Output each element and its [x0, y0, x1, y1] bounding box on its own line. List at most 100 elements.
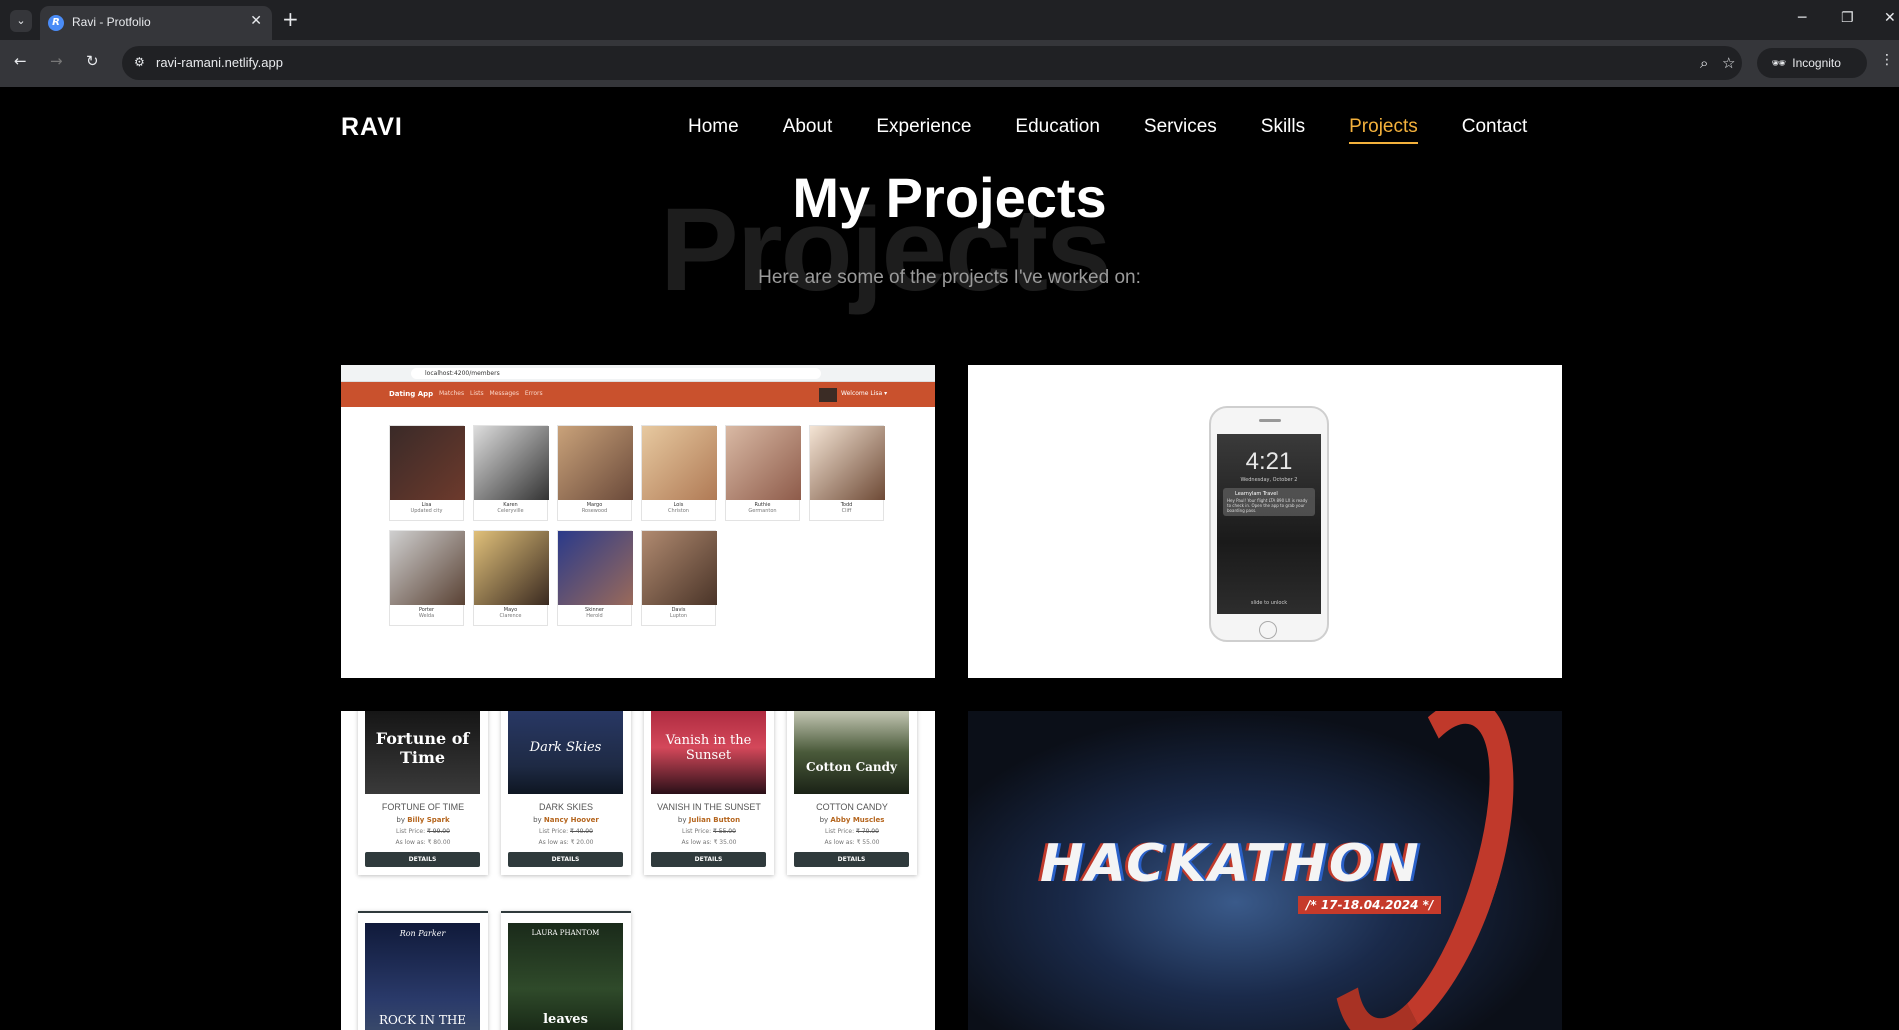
- phone-time: 4:21: [1245, 448, 1293, 475]
- by-label: by: [677, 816, 687, 824]
- book-author-line: by Billy Spark: [358, 816, 488, 824]
- restore-icon[interactable]: ❐: [1841, 10, 1854, 26]
- book-author: Julian Button: [688, 816, 741, 824]
- book-low-price: As low as: ₹ 20.00: [501, 839, 631, 846]
- site-info-icon[interactable]: ⚙: [134, 55, 145, 69]
- dating-welcome: Welcome Lisa ▾: [841, 390, 888, 397]
- close-tab-icon[interactable]: ✕: [250, 13, 262, 29]
- minimize-icon[interactable]: ─: [1798, 10, 1806, 26]
- book-author: Abby Muscles: [830, 816, 885, 824]
- active-tab[interactable]: R Ravi - Protfolio ✕: [40, 6, 272, 40]
- book-card: Vanish in the Sunset VANISH IN THE SUNSE…: [644, 711, 774, 875]
- book-cover: LAURA PHANTOM leaves: [508, 923, 623, 1030]
- low-label: As low as:: [395, 839, 426, 846]
- member-photo: [642, 426, 717, 500]
- member-city: Welda: [418, 613, 435, 619]
- book-author-line: by Abby Muscles: [787, 816, 917, 824]
- hackathon-title: HACKATHON: [1040, 834, 1421, 894]
- by-label: by: [396, 816, 405, 824]
- project-card-dating-app[interactable]: localhost:4200/members Dating App Matche…: [341, 365, 935, 678]
- member-city: Herold: [586, 613, 603, 619]
- book-details-button[interactable]: DETAILS: [508, 852, 623, 867]
- list-label: List Price:: [396, 828, 426, 835]
- nav-contact[interactable]: Contact: [1462, 116, 1527, 144]
- site-logo[interactable]: RAVI: [341, 113, 403, 142]
- dating-navbar: Dating App Matches Lists Messages Errors…: [341, 382, 935, 407]
- window-close-icon[interactable]: ✕: [1884, 10, 1896, 26]
- member-photo: [558, 531, 633, 605]
- low-price-value: ₹ 20.00: [570, 839, 594, 846]
- list-price-value: ₹ 99.00: [427, 828, 450, 835]
- low-label: As low as:: [538, 839, 569, 846]
- by-label: by: [819, 816, 829, 824]
- cover-title: leaves: [543, 1012, 588, 1027]
- list-price-value: ₹ 70.00: [856, 828, 879, 835]
- nav-experience[interactable]: Experience: [876, 116, 971, 144]
- book-list-price: List Price: ₹ 99.00: [358, 828, 488, 835]
- nav-services[interactable]: Services: [1144, 116, 1217, 144]
- nav-about[interactable]: About: [783, 116, 833, 144]
- member-card: Porter Welda: [389, 530, 465, 626]
- phone-date: Wednesday, October 2: [1240, 477, 1298, 483]
- nav-skills[interactable]: Skills: [1261, 116, 1305, 144]
- project-card-travel-notification[interactable]: 4:21 Wednesday, October 2 Learnylam Trav…: [968, 365, 1562, 678]
- dating-url: localhost:4200/members: [411, 368, 821, 379]
- reload-icon[interactable]: ↻: [86, 52, 99, 70]
- notification-title: Learnylam Travel: [1235, 491, 1278, 497]
- book-author-line: by Nancy Hoover: [501, 816, 631, 824]
- book-list-price: List Price: ₹ 40.00: [501, 828, 631, 835]
- book-details-button[interactable]: DETAILS: [794, 852, 909, 867]
- new-tab-button[interactable]: +: [282, 7, 299, 31]
- nav-education[interactable]: Education: [1015, 116, 1100, 144]
- back-icon[interactable]: ←: [14, 52, 27, 70]
- incognito-label: Incognito: [1792, 56, 1841, 70]
- book-details-button[interactable]: DETAILS: [651, 852, 766, 867]
- by-label: by: [533, 816, 542, 824]
- list-label: List Price:: [682, 828, 712, 835]
- book-title: DARK SKIES: [538, 802, 594, 812]
- zoom-icon[interactable]: ⌕: [1700, 54, 1708, 72]
- phone-speaker: [1259, 419, 1281, 422]
- incognito-badge[interactable]: 🕶 Incognito: [1757, 48, 1867, 78]
- member-card: Todd Cliff: [809, 425, 885, 521]
- book-card: Fortune of Time FORTUNE OF TIME by Billy…: [358, 711, 488, 875]
- member-card: Lisa Updated city: [389, 425, 465, 521]
- member-photo: [390, 426, 465, 500]
- forward-icon[interactable]: →: [50, 52, 63, 70]
- book-list-price: List Price: ₹ 70.00: [787, 828, 917, 835]
- section-title: My Projects: [792, 166, 1107, 229]
- cover-author: Ron Parker: [399, 929, 446, 938]
- list-label: List Price:: [825, 828, 855, 835]
- member-card: Mayo Clarence: [473, 530, 549, 626]
- book-author: Billy Spark: [407, 816, 450, 824]
- member-photo: [558, 426, 633, 500]
- book-details-button[interactable]: DETAILS: [365, 852, 480, 867]
- tab-search-button[interactable]: ⌄: [10, 10, 32, 32]
- address-bar[interactable]: ⚙ ravi-ramani.netlify.app ⌕ ☆: [122, 46, 1742, 80]
- book-cover: Fortune of Time: [365, 711, 480, 794]
- main-nav: Home About Experience Education Services…: [688, 116, 1571, 144]
- nav-home[interactable]: Home: [688, 116, 739, 144]
- portfolio-page: RAVI Home About Experience Education Ser…: [0, 87, 1899, 1030]
- member-city: Cliff: [841, 508, 852, 514]
- member-card: Skinner Herold: [557, 530, 633, 626]
- member-city: Updated city: [410, 508, 443, 514]
- member-photo: [642, 531, 717, 605]
- member-city: Celeryville: [497, 508, 524, 514]
- bookmark-star-icon[interactable]: ☆: [1722, 54, 1735, 72]
- dating-links: Matches Lists Messages Errors: [439, 390, 543, 397]
- low-price-value: ₹ 80.00: [427, 839, 451, 846]
- nav-projects[interactable]: Projects: [1349, 116, 1418, 144]
- browser-menu-icon[interactable]: ⋮: [1880, 52, 1894, 68]
- project-card-hackathon[interactable]: HACKATHON /* 17-18.04.2024 */: [968, 711, 1562, 1030]
- low-label: As low as:: [681, 839, 712, 846]
- phone-home-button: [1259, 621, 1277, 639]
- member-photo: [390, 531, 465, 605]
- url-text[interactable]: ravi-ramani.netlify.app: [156, 55, 283, 70]
- low-label: As low as:: [824, 839, 855, 846]
- book-cover: Ron Parker ROCK IN THE: [365, 923, 480, 1030]
- project-card-bookstore[interactable]: Fortune of Time FORTUNE OF TIME by Billy…: [341, 711, 935, 1030]
- book-cover: Cotton Candy: [794, 711, 909, 794]
- book-card: Dark Skies DARK SKIES by Nancy Hoover Li…: [501, 711, 631, 875]
- book-author: Nancy Hoover: [543, 816, 599, 824]
